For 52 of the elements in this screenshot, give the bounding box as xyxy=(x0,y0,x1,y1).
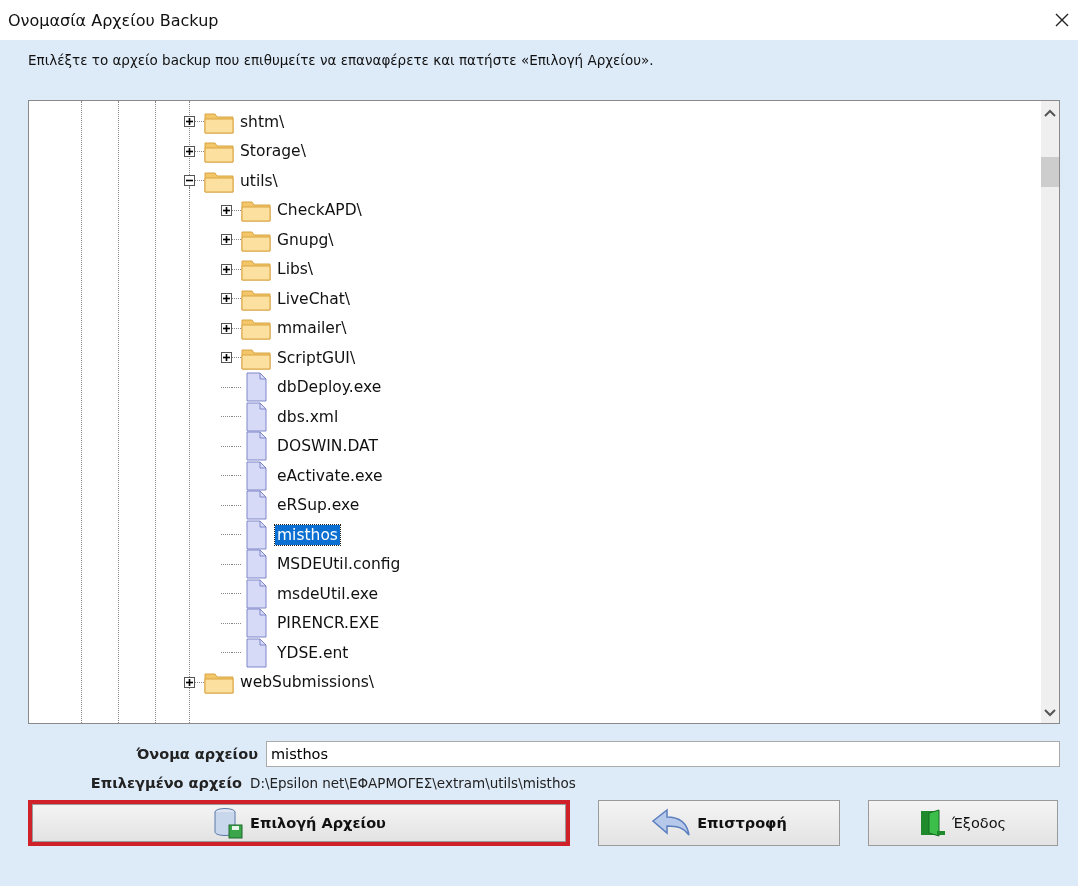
tree-item[interactable]: MSDEUtil.config xyxy=(275,554,403,575)
instruction-text: Επιλέξτε το αρχείο backup που επιθυμείτε να επαναφέρετε και πατήστε «Επιλογή Αρχείου». xyxy=(28,51,655,70)
tree-item[interactable]: YDSE.ent xyxy=(275,642,351,663)
filename-field[interactable]: misthos xyxy=(266,741,1060,767)
window-title: Ονομασία Αρχείου Backup xyxy=(8,10,219,30)
tree-item[interactable]: Gnupg\ xyxy=(275,229,336,250)
expand-toggle[interactable] xyxy=(184,145,195,157)
tree-item[interactable]: mmailer\ xyxy=(275,318,349,339)
collapse-toggle[interactable] xyxy=(184,175,195,187)
scroll-thumb[interactable] xyxy=(1041,157,1059,187)
folder-icon xyxy=(204,670,234,695)
tree-item[interactable]: ScriptGUI\ xyxy=(275,347,358,368)
scrollbar[interactable] xyxy=(1041,101,1059,723)
tree-item[interactable]: Storage\ xyxy=(238,141,308,162)
tree-item[interactable]: eRSup.exe xyxy=(275,495,362,516)
expand-toggle[interactable] xyxy=(221,263,232,275)
tree-item[interactable]: misthos xyxy=(275,524,340,545)
database-icon xyxy=(212,807,245,839)
tree-item[interactable]: dbDeploy.exe xyxy=(275,377,384,398)
back-arrow-icon xyxy=(651,808,692,838)
expand-toggle[interactable] xyxy=(184,676,195,688)
scroll-down-icon[interactable] xyxy=(1044,709,1056,717)
dialog-button[interactable]: Έξοδος xyxy=(868,800,1058,846)
tree-item[interactable]: utils\ xyxy=(238,170,280,191)
expand-toggle[interactable] xyxy=(221,322,232,334)
folder-icon xyxy=(241,257,271,282)
dialog-button[interactable]: Επιστροφή xyxy=(598,800,840,846)
expand-toggle[interactable] xyxy=(221,204,232,216)
tree-item[interactable]: PIRENCR.EXE xyxy=(275,613,382,634)
close-icon[interactable] xyxy=(1054,12,1070,28)
selected-file-path: D:\Epsilon net\ΕΦΑΡΜΟΓΕΣ\extram\utils\misthos xyxy=(250,775,576,791)
scroll-up-icon[interactable] xyxy=(1044,109,1056,117)
filename-label: Όνομα αρχείου xyxy=(135,746,259,762)
expand-toggle[interactable] xyxy=(184,116,195,128)
folder-icon xyxy=(204,139,234,164)
expand-toggle[interactable] xyxy=(221,352,232,364)
tree-item[interactable]: LiveChat\ xyxy=(275,288,353,309)
tree-item[interactable]: webSubmissions\ xyxy=(238,672,377,693)
folder-icon xyxy=(241,316,271,341)
expand-toggle[interactable] xyxy=(221,293,232,305)
tree-item[interactable]: shtm\ xyxy=(238,111,287,132)
tree-item[interactable]: eActivate.exe xyxy=(275,465,385,486)
expand-toggle[interactable] xyxy=(221,234,232,246)
tree-item[interactable]: DOSWIN.DAT xyxy=(275,436,380,457)
folder-icon xyxy=(241,198,271,223)
selected-file-label: Επιλεγμένο αρχείο xyxy=(89,775,243,791)
tree-item[interactable]: dbs.xml xyxy=(275,406,341,427)
tree-item[interactable]: msdeUtil.exe xyxy=(275,583,380,604)
tree-item[interactable]: CheckAPD\ xyxy=(275,200,364,221)
tree-item[interactable]: Libs\ xyxy=(275,259,316,280)
door-icon xyxy=(920,809,946,837)
dialog-button[interactable]: Επιλογή Αρχείου xyxy=(32,804,566,842)
